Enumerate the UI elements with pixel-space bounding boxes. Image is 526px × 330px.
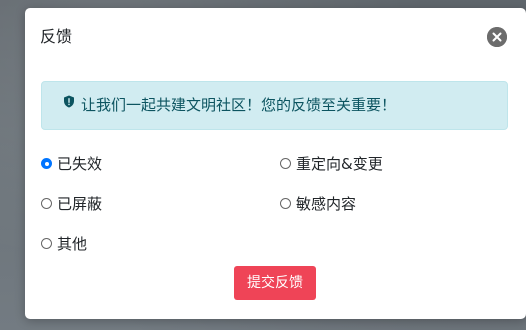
radio-button[interactable] xyxy=(280,158,291,169)
feedback-modal: 反馈 让我们一起共建文明社区！您的反馈至关重要！ 已失效 重定向&变更 已屏蔽 … xyxy=(25,8,526,319)
shield-exclamation-icon xyxy=(63,80,75,127)
radio-button[interactable] xyxy=(41,238,52,249)
radio-option-expired[interactable]: 已失效 xyxy=(41,153,102,174)
close-icon xyxy=(487,27,507,47)
radio-label: 重定向&变更 xyxy=(296,155,383,173)
submit-feedback-button[interactable]: 提交反馈 xyxy=(234,266,316,300)
radio-option-blocked[interactable]: 已屏蔽 xyxy=(41,193,102,214)
radio-option-other[interactable]: 其他 xyxy=(41,233,87,254)
radio-button[interactable] xyxy=(280,198,291,209)
radio-button-checked[interactable] xyxy=(41,158,52,169)
radio-label: 敏感内容 xyxy=(296,195,357,213)
modal-title: 反馈 xyxy=(40,27,73,46)
close-button[interactable] xyxy=(487,27,507,47)
radio-option-redirect[interactable]: 重定向&变更 xyxy=(280,153,383,174)
radio-button[interactable] xyxy=(41,198,52,209)
radio-label: 已屏蔽 xyxy=(57,195,103,213)
radio-option-sensitive[interactable]: 敏感内容 xyxy=(280,193,356,214)
alert-text: 让我们一起共建文明社区！您的反馈至关重要！ xyxy=(81,96,397,114)
info-alert: 让我们一起共建文明社区！您的反馈至关重要！ xyxy=(41,81,508,130)
radio-label: 其他 xyxy=(57,235,88,253)
radio-label: 已失效 xyxy=(57,155,103,173)
